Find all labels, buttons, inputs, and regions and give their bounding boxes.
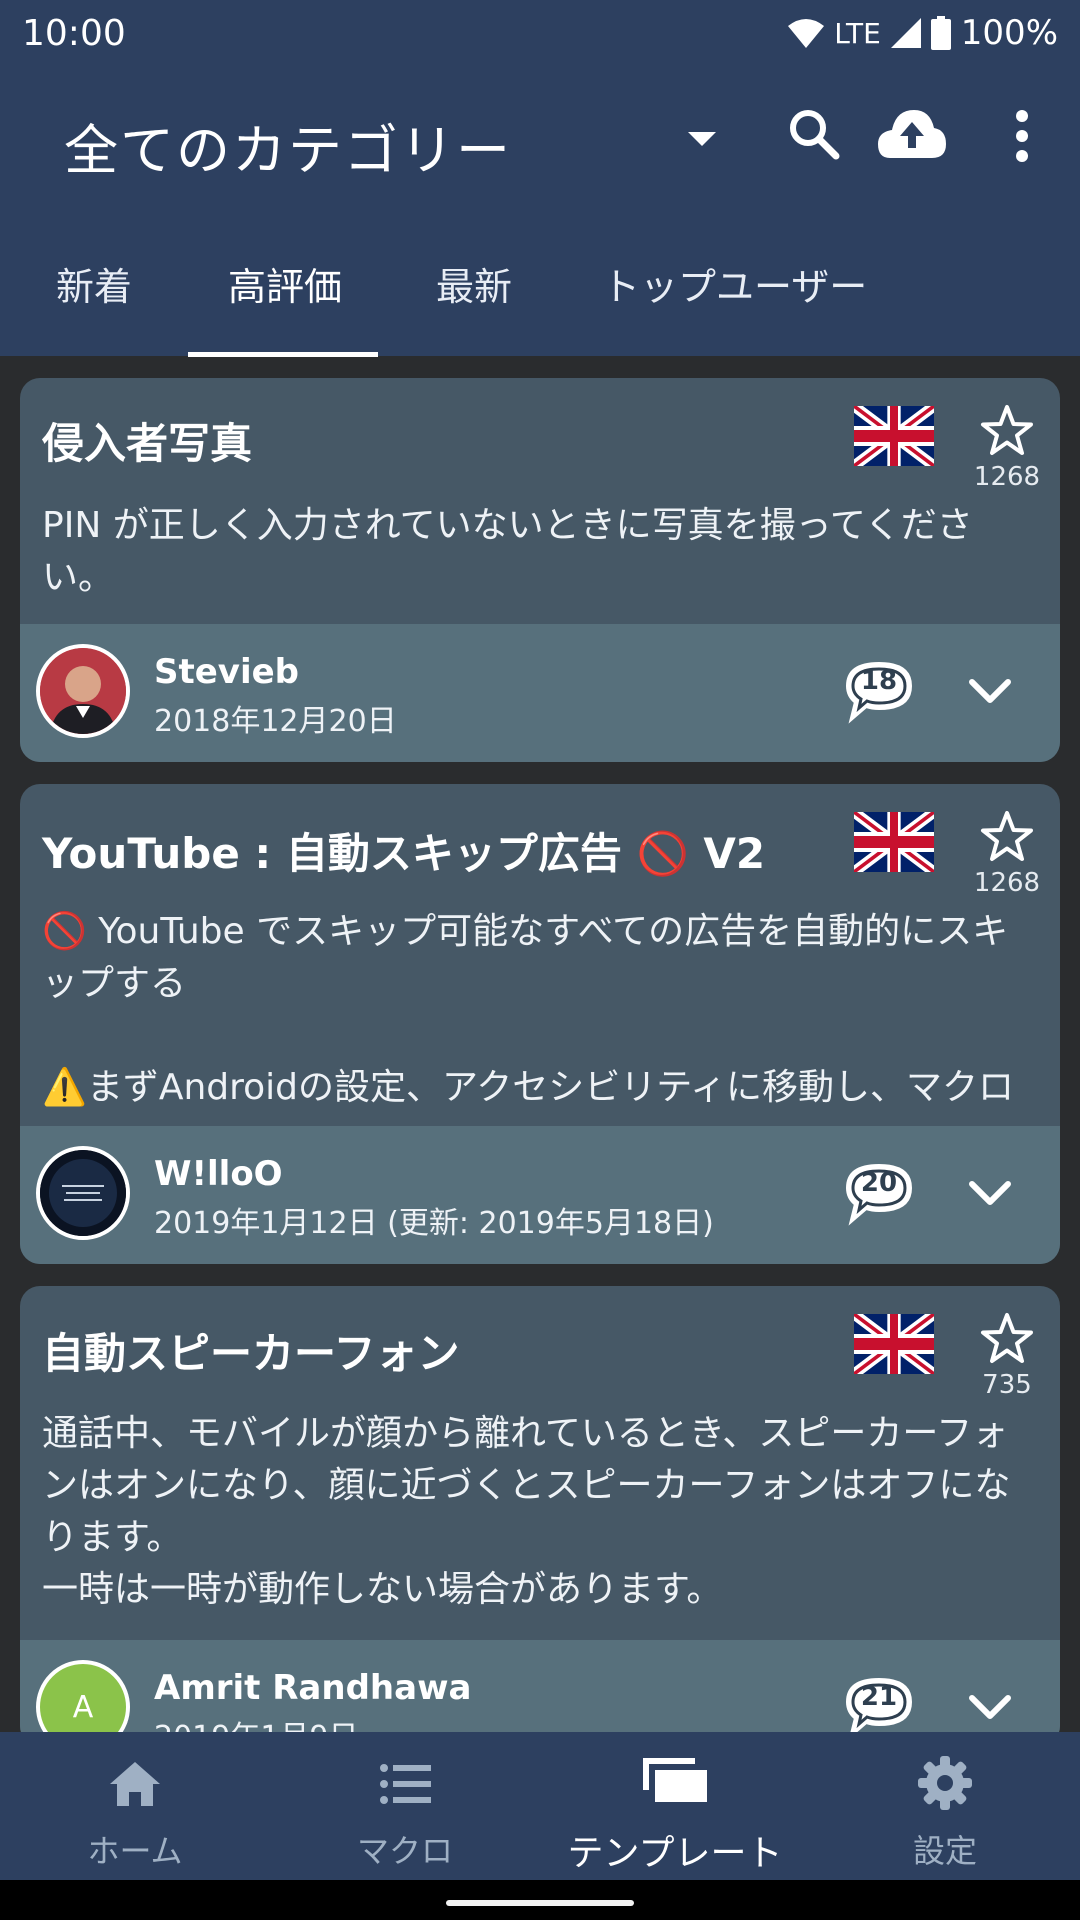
card-title: 侵入者写真 bbox=[42, 419, 253, 468]
star-count: 1268 bbox=[973, 462, 1041, 492]
star-icon[interactable] bbox=[980, 1312, 1034, 1366]
tab-bar: 新着 高評価 最新 トップユーザー bbox=[0, 256, 1080, 356]
dropdown-arrow-icon[interactable] bbox=[688, 124, 716, 152]
chevron-down-icon[interactable] bbox=[968, 1176, 1012, 1212]
user-avatar[interactable] bbox=[36, 1146, 130, 1240]
star-count: 735 bbox=[982, 1370, 1032, 1400]
uk-flag-icon bbox=[854, 812, 934, 872]
chevron-down-icon[interactable] bbox=[968, 674, 1012, 710]
gear-icon bbox=[918, 1756, 972, 1810]
screen: 10:00 LTE 100% 全てのカテゴリー 新着 高評価 最新 トップユーザ… bbox=[0, 0, 1080, 1920]
comment-count: 21 bbox=[860, 1682, 898, 1712]
templates-icon bbox=[643, 1758, 707, 1802]
card-title: YouTube : 自動スキップ広告 🚫 V2 bbox=[42, 829, 766, 878]
search-icon[interactable] bbox=[786, 106, 842, 162]
user-avatar[interactable] bbox=[36, 644, 130, 738]
comment-count: 20 bbox=[860, 1168, 898, 1198]
author-name[interactable]: W!lloO bbox=[154, 1154, 283, 1194]
nav-home-label: ホーム bbox=[87, 1832, 183, 1870]
network-label: LTE bbox=[834, 16, 881, 50]
author-name[interactable]: Amrit Randhawa bbox=[154, 1668, 471, 1708]
nav-templates[interactable]: テンプレート bbox=[540, 1732, 810, 1880]
card-description: 🚫 YouTube でスキップ可能なすべての広告を自動的にスキップする ⚠️まず… bbox=[42, 911, 1015, 1108]
tab-latest-label: 最新 bbox=[436, 265, 513, 309]
app-bar: 全てのカテゴリー 新着 高評価 最新 トップユーザー bbox=[0, 66, 1080, 357]
nav-settings[interactable]: 設定 bbox=[810, 1732, 1080, 1880]
uk-flag-icon bbox=[854, 406, 934, 466]
battery-icon bbox=[930, 16, 951, 50]
star-count: 1268 bbox=[973, 868, 1041, 898]
active-tab-indicator bbox=[188, 352, 378, 357]
wifi-icon bbox=[788, 19, 825, 48]
nav-home[interactable]: ホーム bbox=[0, 1732, 270, 1880]
status-bar: 10:00 LTE 100% bbox=[0, 0, 1080, 66]
card-footer: A Amrit Randhawa 2019年1月9日 21 bbox=[20, 1640, 1060, 1746]
status-time: 10:00 bbox=[22, 12, 126, 54]
tab-top-rated[interactable]: 高評価 bbox=[228, 256, 342, 356]
template-card[interactable]: 自動スピーカーフォン 735 通話中、モバイルが顔から離れているとき、スピーカー… bbox=[20, 1286, 1060, 1746]
nav-macro[interactable]: マクロ bbox=[270, 1732, 540, 1880]
card-footer: W!lloO 2019年1月12日 (更新: 2019年5月18日) 20 bbox=[20, 1126, 1060, 1264]
more-options-icon[interactable] bbox=[1012, 108, 1032, 164]
title-row: 全てのカテゴリー bbox=[0, 66, 1080, 206]
category-title[interactable]: 全てのカテゴリー bbox=[64, 106, 512, 185]
card-title: 自動スピーカーフォン bbox=[42, 1329, 460, 1378]
uk-flag-icon bbox=[854, 1314, 934, 1374]
list-icon bbox=[380, 1764, 431, 1804]
bottom-navigation: ホーム マクロ テンプレート 設定 bbox=[0, 1732, 1080, 1880]
comment-count: 18 bbox=[860, 666, 898, 696]
nav-settings-label: 設定 bbox=[912, 1832, 977, 1870]
status-indicators: LTE 100% bbox=[788, 13, 1058, 53]
template-card[interactable]: YouTube : 自動スキップ広告 🚫 V2 1268 🚫 YouTube で… bbox=[20, 784, 1060, 1264]
signal-icon bbox=[890, 18, 921, 48]
avatar-initial: A bbox=[72, 1689, 94, 1725]
chevron-down-icon[interactable] bbox=[968, 1690, 1012, 1726]
tab-top-users[interactable]: トップユーザー bbox=[602, 256, 867, 356]
cloud-upload-icon[interactable] bbox=[876, 102, 948, 166]
card-footer: Stevieb 2018年12月20日 18 bbox=[20, 624, 1060, 762]
card-description: PIN が正しく入力されていないときに写真を撮ってください。 bbox=[42, 505, 973, 598]
star-icon[interactable] bbox=[980, 404, 1034, 458]
battery-level: 100% bbox=[960, 13, 1058, 53]
tab-top-users-label: トップユーザー bbox=[602, 265, 868, 309]
tab-new-label: 新着 bbox=[56, 265, 133, 309]
template-card[interactable]: 侵入者写真 1268 PIN が正しく入力されていないときに写真を撮ってください… bbox=[20, 378, 1060, 762]
card-description: 通話中、モバイルが顔から離れているとき、スピーカーフォンはオンになり、顔に近づく… bbox=[42, 1413, 1011, 1610]
publish-date: 2019年1月12日 (更新: 2019年5月18日) bbox=[154, 1206, 714, 1241]
nav-macro-label: マクロ bbox=[356, 1832, 453, 1870]
nav-templates-label: テンプレート bbox=[567, 1833, 783, 1874]
tab-latest[interactable]: 最新 bbox=[436, 256, 512, 356]
home-gesture-handle[interactable] bbox=[446, 1900, 634, 1906]
tab-top-rated-label: 高評価 bbox=[228, 265, 343, 309]
author-name[interactable]: Stevieb bbox=[154, 652, 299, 692]
tab-new[interactable]: 新着 bbox=[56, 256, 132, 356]
star-icon[interactable] bbox=[980, 810, 1034, 864]
publish-date: 2018年12月20日 bbox=[154, 704, 397, 739]
home-icon bbox=[110, 1762, 160, 1806]
